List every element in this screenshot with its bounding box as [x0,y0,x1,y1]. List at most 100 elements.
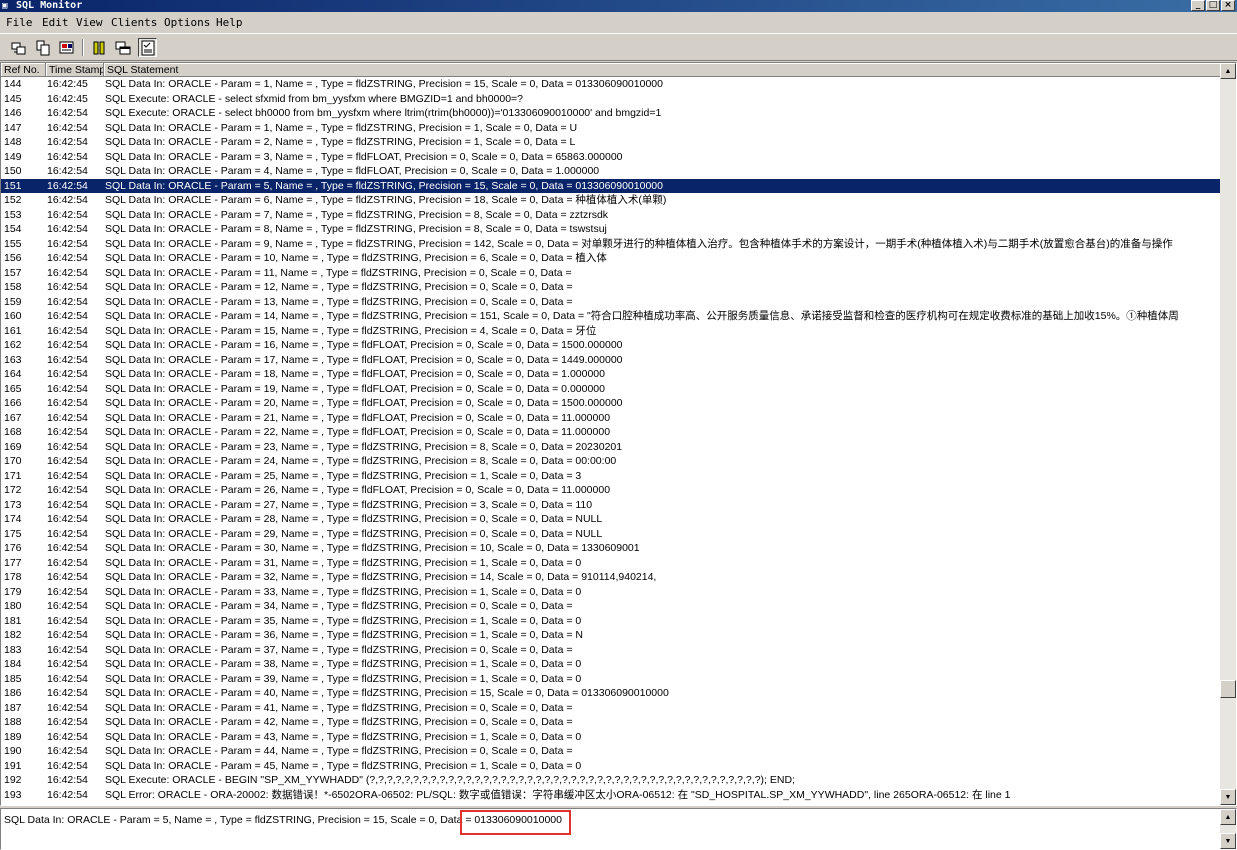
table-row[interactable]: 180 16:42:54 SQL Data In: ORACLE - Param =… [1,599,1223,614]
timestamp-cell: 16:42:54 [47,339,88,351]
table-row[interactable]: 182 16:42:54 SQL Data In: ORACLE - Param =… [1,628,1223,643]
close-button[interactable]: × [1221,0,1235,11]
table-row[interactable]: 169 16:42:54 SQL Data In: ORACLE - Param =… [1,440,1223,455]
table-row[interactable]: 171 16:42:54 SQL Data In: ORACLE - Param =… [1,469,1223,484]
menu-view[interactable]: View [76,16,103,29]
table-row[interactable]: 174 16:42:54 SQL Data In: ORACLE - Param =… [1,512,1223,527]
table-row[interactable]: 179 16:42:54 SQL Data In: ORACLE - Param =… [1,585,1223,600]
table-row[interactable]: 188 16:42:54 SQL Data In: ORACLE - Param =… [1,715,1223,730]
table-row[interactable]: 152 16:42:54 SQL Data In: ORACLE - Param =… [1,193,1223,208]
ref-no-cell: 167 [4,411,22,424]
table-row[interactable]: 192 16:42:54 SQL Execute: ORACLE - BEGIN "… [1,773,1223,788]
table-row[interactable]: 178 16:42:54 SQL Data In: ORACLE - Param =… [1,570,1223,585]
list-header: Ref No. Time Stamp SQL Statement [1,63,1223,77]
ref-no-cell: 179 [4,585,22,598]
table-row[interactable]: 176 16:42:54 SQL Data In: ORACLE - Param =… [1,541,1223,556]
table-row[interactable]: 150 16:42:54 SQL Data In: ORACLE - Param =… [1,164,1223,179]
scroll-up-icon[interactable]: ▲ [1220,63,1236,79]
table-row[interactable]: 184 16:42:54 SQL Data In: ORACLE - Param =… [1,657,1223,672]
timestamp-cell: 16:42:54 [47,208,88,221]
table-row[interactable]: 167 16:42:54 SQL Data In: ORACLE - Param =… [1,411,1223,426]
table-row[interactable]: 146 16:42:54 SQL Execute: ORACLE - select … [1,106,1223,121]
table-row[interactable]: 149 16:42:54 SQL Data In: ORACLE - Param =… [1,150,1223,165]
timestamp-cell: 16:42:54 [47,527,88,540]
detail-scroll-down-icon[interactable]: ▼ [1220,833,1236,849]
ref-no-cell: 158 [4,281,22,293]
timestamp-cell: 16:42:54 [47,281,88,293]
table-row[interactable]: 181 16:42:54 SQL Data In: ORACLE - Param =… [1,614,1223,629]
table-row[interactable]: 170 16:42:54 SQL Data In: ORACLE - Param =… [1,454,1223,469]
timestamp-cell: 16:42:54 [47,121,88,134]
table-row[interactable]: 147 16:42:54 SQL Data In: ORACLE - Param =… [1,121,1223,136]
print-icon[interactable] [57,38,76,57]
timestamp-cell: 16:42:54 [47,165,88,177]
table-row[interactable]: 177 16:42:54 SQL Data In: ORACLE - Param =… [1,556,1223,571]
table-row[interactable]: 161 16:42:54 SQL Data In: ORACLE - Param =… [1,324,1223,339]
sql-statement-cell: SQL Data In: ORACLE - Param = 39, Name =… [105,672,582,685]
table-row[interactable]: 156 16:42:54 SQL Data In: ORACLE - Param =… [1,251,1223,266]
ref-no-cell: 185 [4,672,22,685]
ref-no-cell: 170 [4,455,22,467]
ref-no-cell: 152 [4,194,22,206]
table-row[interactable]: 172 16:42:54 SQL Data In: ORACLE - Param =… [1,483,1223,498]
table-row[interactable]: 155 16:42:54 SQL Data In: ORACLE - Param =… [1,237,1223,252]
menu-edit[interactable]: Edit [42,16,69,29]
table-row[interactable]: 164 16:42:54 SQL Data In: ORACLE - Param =… [1,367,1223,382]
menu-clients[interactable]: Clients [111,16,157,29]
detail-scrollbar[interactable]: ▲ ▼ [1220,809,1236,849]
table-row[interactable]: 191 16:42:54 SQL Data In: ORACLE - Param =… [1,759,1223,774]
ref-no-cell: 148 [4,136,22,148]
timestamp-cell: 16:42:54 [47,237,88,250]
table-row[interactable]: 158 16:42:54 SQL Data In: ORACLE - Param =… [1,280,1223,295]
checklist-icon[interactable] [138,38,157,57]
sql-statement-cell: SQL Data In: ORACLE - Param = 8, Name = … [105,223,607,235]
scroll-thumb[interactable] [1220,680,1236,698]
column-header-sql[interactable]: SQL Statement [104,63,1223,77]
menu-options[interactable]: Options [164,16,210,29]
table-row[interactable]: 144 16:42:45 SQL Data In: ORACLE - Param =… [1,77,1223,92]
table-row[interactable]: 190 16:42:54 SQL Data In: ORACLE - Param =… [1,744,1223,759]
table-row[interactable]: 187 16:42:54 SQL Data In: ORACLE - Param =… [1,701,1223,716]
table-row[interactable]: 148 16:42:54 SQL Data In: ORACLE - Param =… [1,135,1223,150]
maximize-button[interactable]: □ [1206,0,1220,11]
copy-icon[interactable] [33,38,52,57]
table-row[interactable]: 162 16:42:54 SQL Data In: ORACLE - Param =… [1,338,1223,353]
ref-no-cell: 180 [4,600,22,612]
window-controls: _ □ × [1191,0,1235,12]
table-row[interactable]: 163 16:42:54 SQL Data In: ORACLE - Param =… [1,353,1223,368]
windows-icon[interactable] [113,38,132,57]
table-row[interactable]: 185 16:42:54 SQL Data In: ORACLE - Param =… [1,672,1223,687]
table-row[interactable]: 159 16:42:54 SQL Data In: ORACLE - Param =… [1,295,1223,310]
table-row[interactable]: 183 16:42:54 SQL Data In: ORACLE - Param =… [1,643,1223,658]
table-row[interactable]: 154 16:42:54 SQL Data In: ORACLE - Param =… [1,222,1223,237]
table-row[interactable]: 157 16:42:54 SQL Data In: ORACLE - Param =… [1,266,1223,281]
table-row[interactable]: 193 16:42:54 SQL Error: ORACLE - ORA-20002… [1,788,1223,803]
column-header-ref[interactable]: Ref No. [1,63,46,77]
table-row[interactable]: 173 16:42:54 SQL Data In: ORACLE - Param =… [1,498,1223,513]
menu-help[interactable]: Help [216,16,243,29]
table-row[interactable]: 168 16:42:54 SQL Data In: ORACLE - Param =… [1,425,1223,440]
table-row[interactable]: 153 16:42:54 SQL Data In: ORACLE - Param =… [1,208,1223,223]
timestamp-cell: 16:42:54 [47,324,88,337]
column-header-time[interactable]: Time Stamp [46,63,104,77]
menu-file[interactable]: File [6,16,33,29]
statement-detail-pane[interactable]: SQL Data In: ORACLE - Param = 5, Name = … [0,808,1237,850]
minimize-button[interactable]: _ [1191,0,1205,11]
ref-no-cell: 154 [4,223,22,235]
vertical-scrollbar[interactable]: ▲ ▼ [1220,63,1236,805]
timestamp-cell: 16:42:54 [47,368,88,380]
table-row[interactable]: 165 16:42:54 SQL Data In: ORACLE - Param =… [1,382,1223,397]
sql-log-list[interactable]: Ref No. Time Stamp SQL Statement 144 16:4… [0,62,1237,806]
table-row[interactable]: 189 16:42:54 SQL Data In: ORACLE - Param =… [1,730,1223,745]
scroll-down-icon[interactable]: ▼ [1220,789,1236,805]
detail-scroll-up-icon[interactable]: ▲ [1220,809,1236,825]
clear-icon[interactable] [9,38,28,57]
table-row[interactable]: 151 16:42:54 SQL Data In: ORACLE - Param =… [1,178,1223,193]
pause-icon[interactable] [89,38,108,57]
table-row[interactable]: 186 16:42:54 SQL Data In: ORACLE - Param =… [1,686,1223,701]
sql-statement-cell: SQL Data In: ORACLE - Param = 24, Name =… [105,455,617,467]
table-row[interactable]: 166 16:42:54 SQL Data In: ORACLE - Param =… [1,396,1223,411]
table-row[interactable]: 160 16:42:54 SQL Data In: ORACLE - Param =… [1,309,1223,324]
table-row[interactable]: 175 16:42:54 SQL Data In: ORACLE - Param =… [1,527,1223,542]
table-row[interactable]: 145 16:42:45 SQL Execute: ORACLE - select … [1,92,1223,107]
